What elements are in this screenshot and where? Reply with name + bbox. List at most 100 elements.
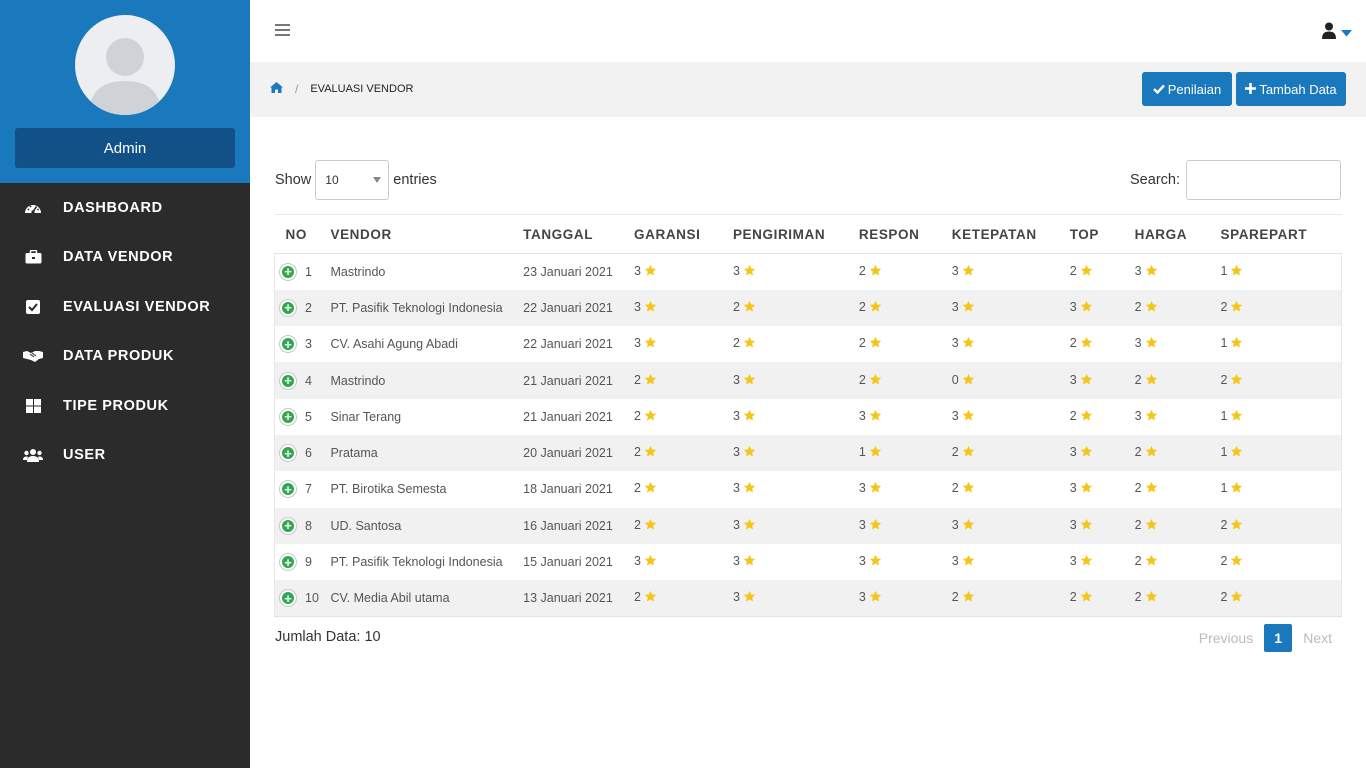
score-value: 2 [1069, 590, 1077, 605]
score-value: 3 [951, 554, 959, 569]
table-row: +10 CV. Media Abil utama 13 Januari 2021 2 3… [274, 580, 1342, 617]
cell-garansi: 2 [634, 398, 733, 435]
next-page-button[interactable]: Next [1293, 630, 1342, 646]
home-icon[interactable] [270, 82, 283, 96]
penilaian-button[interactable]: Penilaian [1142, 72, 1232, 106]
expand-row-icon[interactable]: + [280, 299, 296, 316]
cell-no: +4 [274, 362, 331, 399]
tambah-data-button[interactable]: Tambah Data [1236, 72, 1346, 106]
star-icon [962, 300, 975, 316]
column-header[interactable]: GARANSI [634, 214, 733, 254]
expand-row-icon[interactable]: + [280, 263, 296, 280]
score-value: 2 [858, 299, 866, 314]
no-cell-wrap: +8 [275, 517, 330, 534]
page-1-button[interactable]: 1 [1264, 624, 1293, 652]
score-value: 2 [1134, 445, 1142, 460]
search-input[interactable] [1186, 160, 1341, 200]
expand-row-icon[interactable]: + [280, 590, 296, 607]
cell-pengiriman: 3 [732, 362, 859, 399]
score-value: 2 [1134, 299, 1142, 314]
score-value: 2 [634, 372, 641, 387]
star-icon [1080, 373, 1093, 389]
cell-ketepatan: 0 [951, 362, 1070, 399]
user-icon [1322, 22, 1336, 44]
expand-row-icon[interactable]: + [280, 372, 296, 389]
cell-top: 2 [1069, 580, 1135, 617]
sidebar-item-label: USER [63, 447, 106, 464]
sidebar-item-tipe-produk[interactable]: TIPE PRODUK [0, 381, 250, 431]
show-label: Show [275, 172, 312, 188]
star-icon [1230, 264, 1243, 280]
star-icon [1080, 518, 1093, 534]
star-icon [644, 336, 657, 352]
column-header[interactable]: VENDOR [330, 214, 524, 254]
user-menu[interactable] [1322, 22, 1352, 44]
cell-garansi: 2 [634, 434, 733, 472]
entries-select-wrap: 10 [311, 160, 393, 200]
star-icon [962, 590, 975, 606]
cell-vendor: Mastrindo [330, 362, 524, 399]
score-value: 2 [951, 590, 959, 605]
expand-row-icon[interactable]: + [280, 554, 296, 571]
pagination: Previous 1 Next [1189, 624, 1342, 652]
cell-vendor: CV. Asahi Agung Abadi [330, 326, 524, 363]
cell-tanggal: 21 Januari 2021 [523, 362, 635, 399]
cell-tanggal: 21 Januari 2021 [523, 398, 635, 435]
column-header[interactable]: KETEPATAN [951, 214, 1070, 254]
sidebar: Admin DASHBOARD DATA VENDOR EVALUASI VEN… [0, 0, 250, 768]
breadcrumb-bar: / EVALUASI VENDOR Penilaian Tambah Data [250, 62, 1366, 117]
cell-top: 2 [1069, 398, 1135, 435]
briefcase-icon [23, 248, 43, 266]
cell-respon: 1 [858, 434, 952, 472]
cell-no: +1 [274, 253, 331, 290]
expand-row-icon[interactable]: + [280, 517, 296, 534]
score-value: 2 [732, 336, 740, 351]
cell-ketepatan: 2 [951, 580, 1070, 617]
sidebar-item-evaluasi-vendor[interactable]: EVALUASI VENDOR [0, 282, 250, 332]
hamburger-icon[interactable] [275, 24, 290, 38]
score-value: 3 [732, 263, 740, 278]
score-value: 2 [634, 517, 641, 532]
cell-pengiriman: 3 [732, 398, 859, 435]
score-value: 3 [951, 408, 959, 423]
expand-row-icon[interactable]: + [280, 481, 296, 498]
column-header[interactable]: PENGIRIMAN [732, 214, 859, 254]
column-header[interactable]: RESPON [858, 214, 952, 254]
admin-user-button[interactable]: Admin [15, 128, 235, 168]
column-header[interactable]: SPAREPART [1220, 214, 1342, 254]
star-icon [644, 373, 657, 389]
column-header[interactable]: NO [274, 214, 331, 254]
previous-page-button[interactable]: Previous [1189, 630, 1263, 646]
star-icon [1080, 409, 1093, 425]
cell-tanggal: 16 Januari 2021 [523, 507, 635, 544]
column-header[interactable]: HARGA [1134, 214, 1221, 254]
sidebar-item-user[interactable]: USER [0, 431, 250, 481]
sidebar-item-dashboard[interactable]: DASHBOARD [0, 183, 250, 233]
cell-harga: 2 [1134, 507, 1221, 544]
star-icon [1230, 336, 1243, 352]
row-number: 8 [305, 518, 312, 533]
score-value: 1 [1220, 445, 1228, 460]
cell-tanggal: 20 Januari 2021 [523, 434, 635, 472]
column-header[interactable]: TOP [1069, 214, 1135, 254]
sidebar-item-data-vendor[interactable]: DATA VENDOR [0, 233, 250, 283]
score-value: 2 [1134, 481, 1142, 496]
score-value: 3 [732, 372, 740, 387]
cell-garansi: 3 [634, 289, 733, 327]
expand-row-icon[interactable]: + [280, 336, 296, 353]
no-cell-wrap: +3 [275, 336, 330, 353]
expand-row-icon[interactable]: + [280, 445, 296, 462]
sidebar-item-label: DASHBOARD [63, 199, 163, 216]
row-number: 9 [305, 555, 312, 570]
row-number: 1 [305, 264, 312, 279]
star-icon [1145, 373, 1158, 389]
expand-row-icon[interactable]: + [280, 408, 296, 425]
star-icon [962, 518, 975, 534]
entries-select[interactable]: 10 [315, 160, 390, 200]
tambah-data-label: Tambah Data [1259, 81, 1337, 97]
cell-sparepart: 1 [1220, 471, 1342, 508]
cell-harga: 3 [1134, 326, 1221, 363]
column-header[interactable]: TANGGAL [523, 214, 635, 254]
star-icon [869, 554, 882, 570]
sidebar-item-data-produk[interactable]: DATA PRODUK [0, 332, 250, 382]
